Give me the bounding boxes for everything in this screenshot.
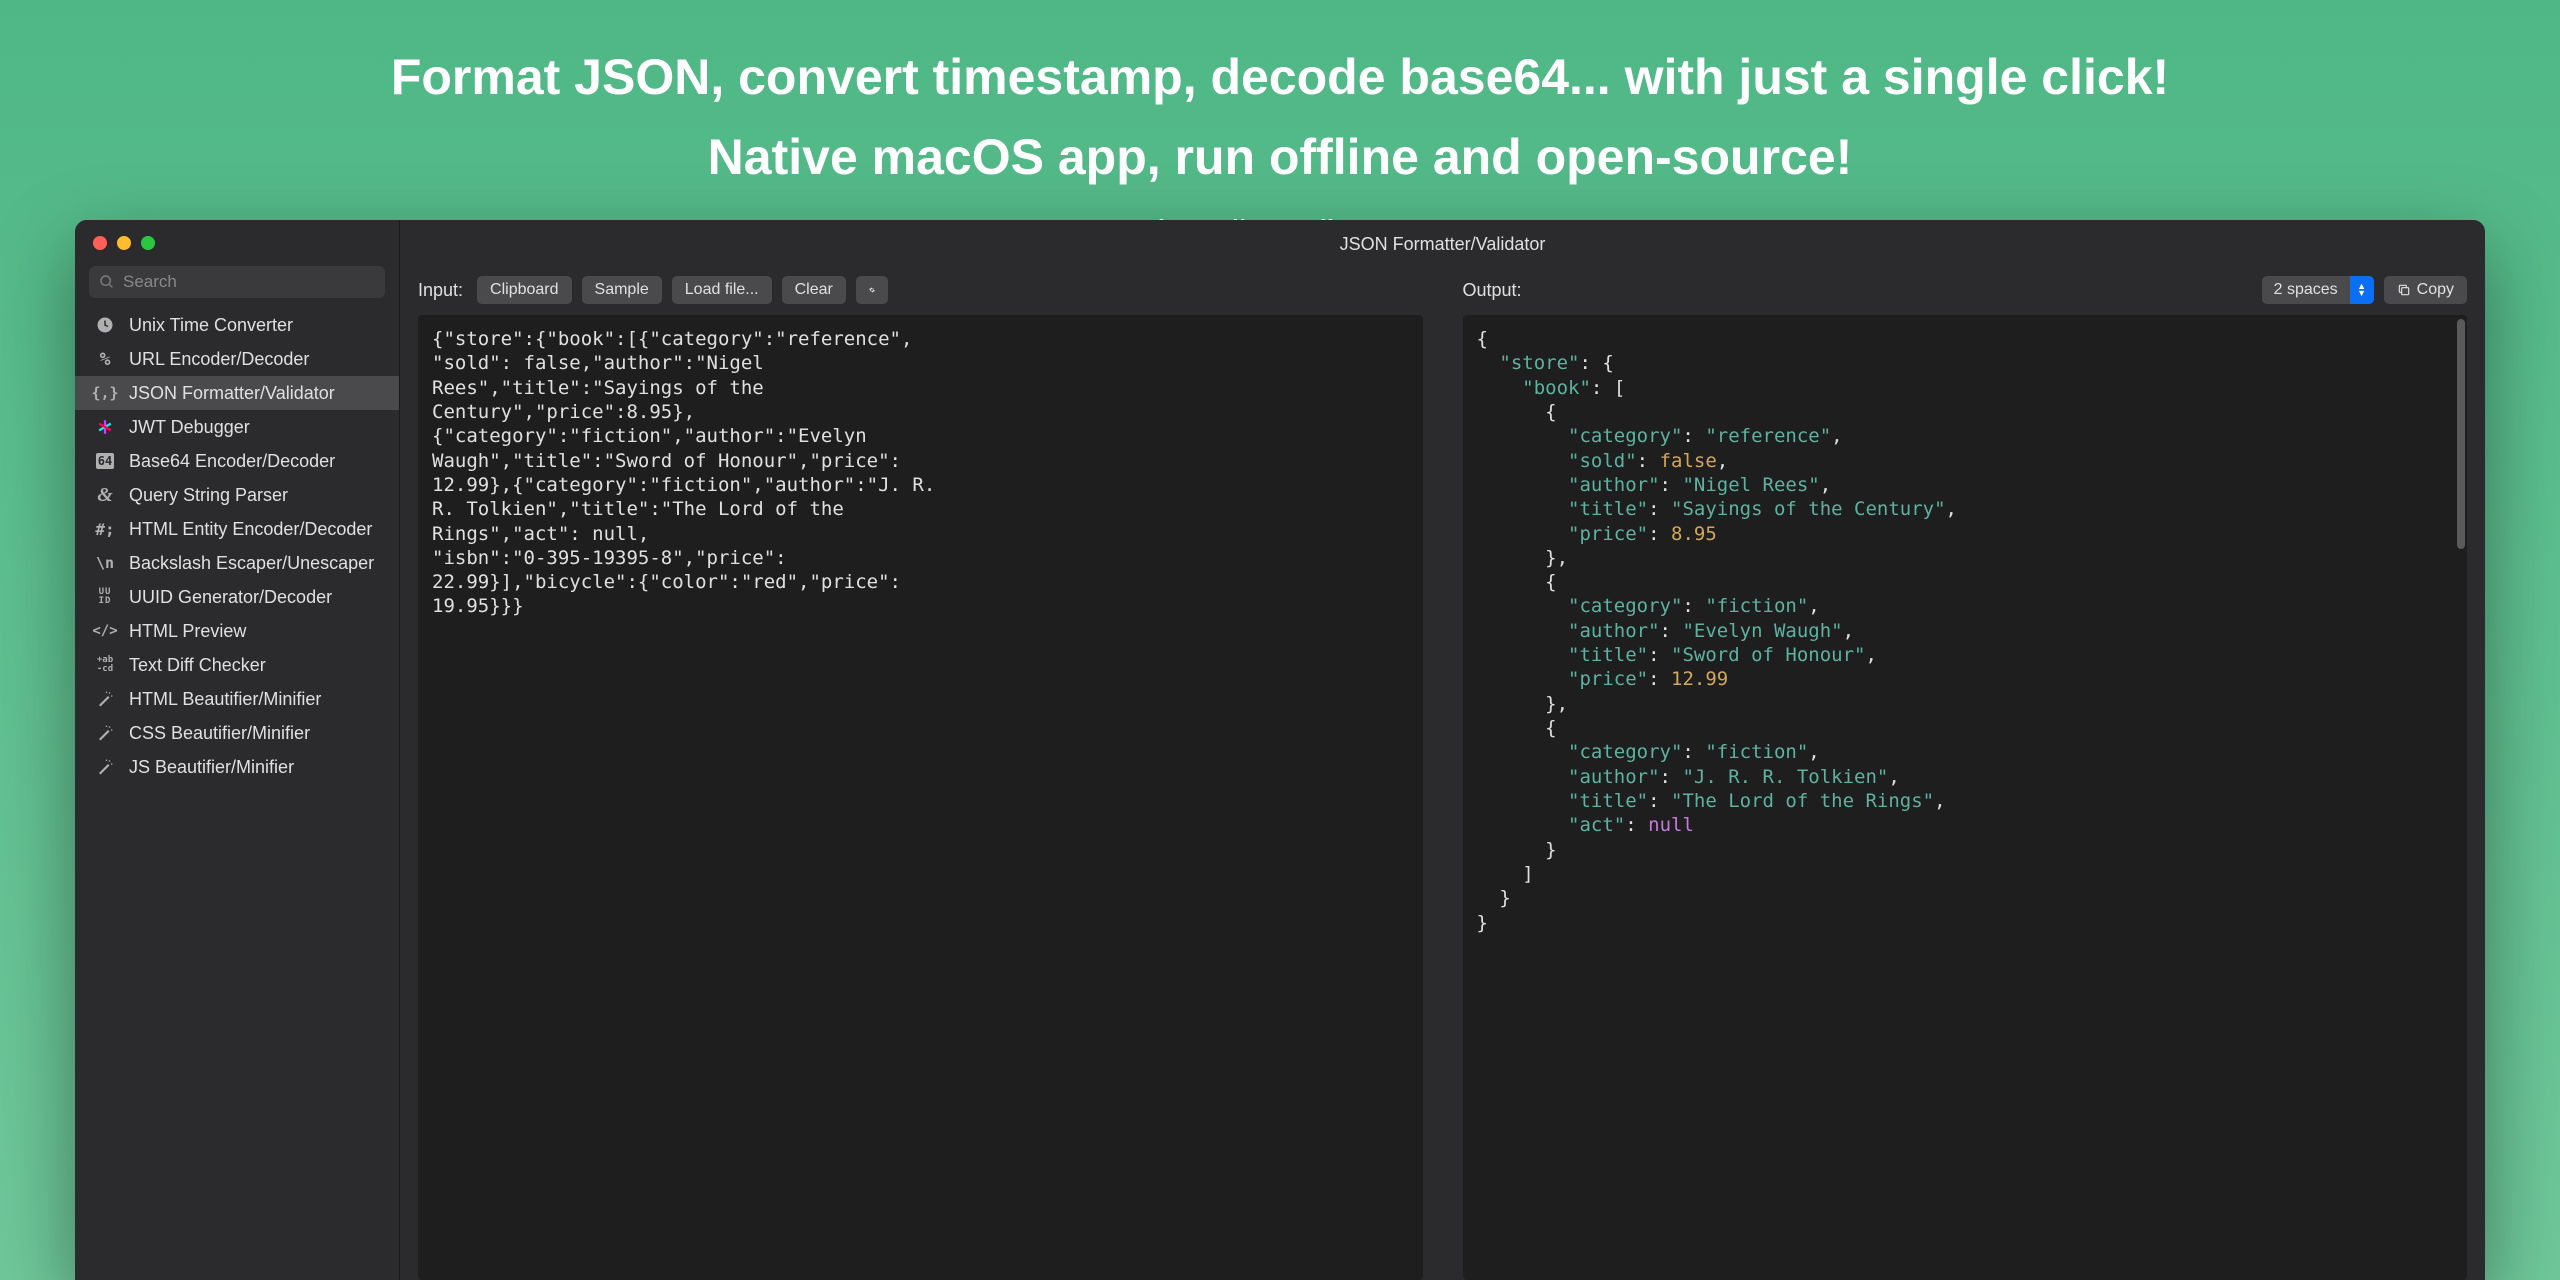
sidebar-item-label: Query String Parser [129,485,288,506]
sidebar-item-label: HTML Beautifier/Minifier [129,689,321,710]
sidebar-item-label: URL Encoder/Decoder [129,349,309,370]
main-content: JSON Formatter/Validator Input: Clipboar… [400,220,2485,1280]
search-box[interactable] [89,266,385,298]
wand-icon [93,688,117,710]
sidebar-item-jwt-debugger[interactable]: JWT Debugger [75,410,399,444]
sidebar-item-label: Unix Time Converter [129,315,293,336]
clipboard-button[interactable]: Clipboard [477,276,571,304]
sidebar-item-base64-encoder-decoder[interactable]: 64 Base64 Encoder/Decoder [75,444,399,478]
hero-title: Format JSON, convert timestamp, decode b… [0,0,2560,106]
indent-value: 2 spaces [2262,276,2350,304]
sidebar-item-text-diff-checker[interactable]: +ab-cd Text Diff Checker [75,648,399,682]
search-icon [99,274,115,290]
uuid-icon: UUID [93,586,117,608]
sidebar-item-js-beautifier-minifier[interactable]: JS Beautifier/Minifier [75,750,399,784]
sidebar-item-label: HTML Preview [129,621,246,642]
chevron-updown-icon: ▲▼ [2350,276,2374,304]
sidebar-item-label: Text Diff Checker [129,655,266,676]
sidebar-item-label: JS Beautifier/Minifier [129,757,294,778]
sidebar-item-label: JSON Formatter/Validator [129,383,335,404]
sidebar-item-backslash-escaper-unescaper[interactable]: \n Backslash Escaper/Unescaper [75,546,399,580]
b64-icon: 64 [93,450,117,472]
braces-icon: {,} [93,382,117,404]
jwt-icon [93,416,117,438]
sidebar-item-label: CSS Beautifier/Minifier [129,723,310,744]
app-window: Unix Time Converter% URL Encoder/Decoder {… [75,220,2485,1280]
sidebar-item-html-preview[interactable]: </> HTML Preview [75,614,399,648]
indent-select[interactable]: 2 spaces ▲▼ [2262,276,2374,304]
output-label: Output: [1463,280,1522,301]
input-pane: Input: Clipboard Sample Load file... Cle… [418,265,1423,1280]
minimize-window-button[interactable] [117,236,131,250]
sidebar-item-json-formatter-validator[interactable]: {,} JSON Formatter/Validator [75,376,399,410]
sample-button[interactable]: Sample [582,276,662,304]
sidebar-item-url-encoder-decoder[interactable]: % URL Encoder/Decoder [75,342,399,376]
sidebar-item-query-string-parser[interactable]: &Query String Parser [75,478,399,512]
copy-button[interactable]: Copy [2384,276,2467,304]
input-editor[interactable]: {"store":{"book":[{"category":"reference… [418,315,1423,1280]
wand-icon [93,756,117,778]
sidebar-item-label: UUID Generator/Decoder [129,587,332,608]
sidebar-item-label: Backslash Escaper/Unescaper [129,553,374,574]
wand-icon [93,722,117,744]
input-header: Input: Clipboard Sample Load file... Cle… [418,265,1423,315]
sidebar-item-label: Base64 Encoder/Decoder [129,451,335,472]
output-scrollbar[interactable] [2457,319,2465,549]
tool-title: JSON Formatter/Validator [400,220,2485,265]
window-controls [75,220,399,262]
sidebar-item-label: HTML Entity Encoder/Decoder [129,519,372,540]
html-icon: </> [93,620,117,642]
load-file-button[interactable]: Load file... [672,276,772,304]
clear-button[interactable]: Clear [782,276,846,304]
settings-button[interactable] [856,276,888,304]
sidebar-item-html-entity-encoder-decoder[interactable]: #; HTML Entity Encoder/Decoder [75,512,399,546]
sidebar-item-html-beautifier-minifier[interactable]: HTML Beautifier/Minifier [75,682,399,716]
sidebar-item-label: JWT Debugger [129,417,250,438]
tool-list: Unix Time Converter% URL Encoder/Decoder {… [75,308,399,784]
sidebar-item-uuid-generator-decoder[interactable]: UUID UUID Generator/Decoder [75,580,399,614]
maximize-window-button[interactable] [141,236,155,250]
sidebar-item-css-beautifier-minifier[interactable]: CSS Beautifier/Minifier [75,716,399,750]
copy-label: Copy [2417,281,2454,299]
hash-icon: #; [93,518,117,540]
output-pane: Output: 2 spaces ▲▼ Copy { "store": { "b… [1463,265,2468,1280]
amp-icon: & [93,484,117,506]
bksl-icon: \n [93,552,117,574]
clock-icon [93,314,117,336]
sidebar: Unix Time Converter% URL Encoder/Decoder {… [75,220,400,1280]
sidebar-item-unix-time-converter[interactable]: Unix Time Converter [75,308,399,342]
percent-icon: % [93,348,117,370]
output-editor[interactable]: { "store": { "book": [ { "category": "re… [1463,315,2468,1280]
diff-icon: +ab-cd [93,654,117,676]
output-header: Output: 2 spaces ▲▼ Copy [1463,265,2468,315]
input-label: Input: [418,280,463,301]
close-window-button[interactable] [93,236,107,250]
search-input[interactable] [123,272,375,292]
hero-subtitle: Native macOS app, run offline and open-s… [0,128,2560,186]
gear-icon [869,282,875,298]
copy-icon [2397,283,2411,297]
